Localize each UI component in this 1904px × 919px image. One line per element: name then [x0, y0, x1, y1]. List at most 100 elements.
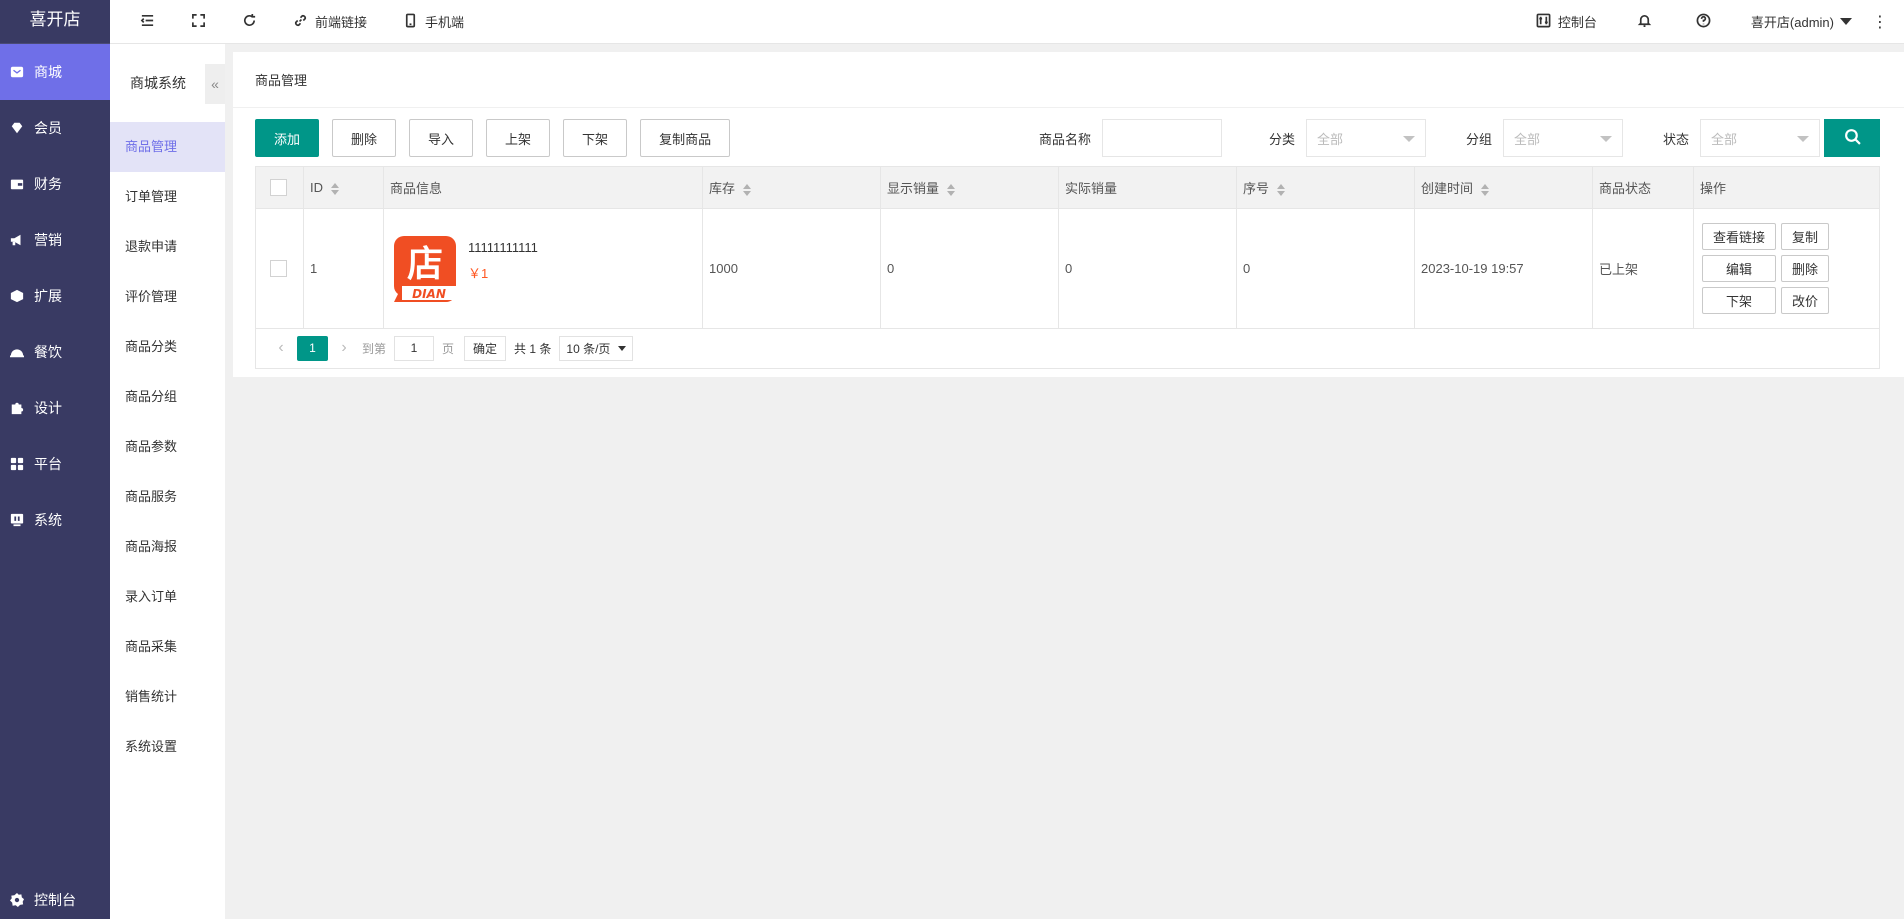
- sidebar-item-system[interactable]: 系统: [0, 492, 110, 548]
- more-button[interactable]: ⋮: [1858, 0, 1904, 44]
- sidebar-item-label: 财务: [34, 176, 62, 192]
- grid-icon: [10, 457, 24, 471]
- product-table: ID 商品信息 库存 显示销量 实际销量 序号 创建时间 商品状态 操作 1 店…: [255, 166, 1880, 329]
- dish-icon: [10, 345, 24, 359]
- subnav-item-groups[interactable]: 商品分组: [110, 372, 225, 422]
- next-page-icon[interactable]: ›: [334, 339, 354, 357]
- subnav-item-services[interactable]: 商品服务: [110, 472, 225, 522]
- sidebar-item-member[interactable]: 会员: [0, 100, 110, 156]
- refresh-button[interactable]: [224, 0, 275, 44]
- col-display-sales[interactable]: 显示销量: [880, 166, 1059, 209]
- copy-product-button[interactable]: 复制商品: [640, 119, 731, 157]
- subnav-item-reviews[interactable]: 评价管理: [110, 272, 225, 322]
- sort-icon[interactable]: [947, 183, 956, 196]
- sidebar-item-marketing[interactable]: 营销: [0, 212, 110, 268]
- subnav-item-order-management[interactable]: 订单管理: [110, 172, 225, 222]
- on-shelf-button[interactable]: 上架: [486, 119, 551, 157]
- select-all-cell: [255, 166, 304, 209]
- col-stock[interactable]: 库存: [702, 166, 881, 209]
- search-button[interactable]: [1824, 119, 1880, 157]
- cell-actions: 查看链接 复制 编辑 删除 下架 改价: [1693, 208, 1880, 329]
- goto-confirm-button[interactable]: 确定: [464, 335, 507, 361]
- subnav-item-settings[interactable]: 系统设置: [110, 722, 225, 772]
- cell-actual-sales: 0: [1058, 208, 1237, 329]
- import-button[interactable]: 导入: [409, 119, 474, 157]
- sidebar-item-design[interactable]: 设计: [0, 380, 110, 436]
- top-header: 前端链接 手机端 控制台 喜开店(admin) ⋮: [110, 0, 1904, 44]
- cell-stock: 1000: [702, 208, 881, 329]
- copy-button[interactable]: 复制: [1781, 223, 1830, 250]
- page-size-select[interactable]: 10 条/页: [559, 335, 634, 361]
- product-thumbnail-char: 店: [407, 244, 443, 285]
- table-row: 1 店 DIAN 11111111111 ￥1 1000 0 0 0 2023-…: [255, 208, 1880, 329]
- sidebar-item-extension[interactable]: 扩展: [0, 268, 110, 324]
- sidebar-item-platform[interactable]: 平台: [0, 436, 110, 492]
- shop-icon: [10, 65, 24, 79]
- page-current[interactable]: 1: [297, 335, 328, 361]
- subnav-item-enter-order[interactable]: 录入订单: [110, 572, 225, 622]
- col-created[interactable]: 创建时间: [1414, 166, 1593, 209]
- subnav-item-sales-stats[interactable]: 销售统计: [110, 672, 225, 722]
- goto-page-input[interactable]: 1: [394, 335, 435, 361]
- sort-icon[interactable]: [1481, 183, 1490, 196]
- gear-icon: [10, 893, 24, 907]
- mobile-label: 手机端: [425, 15, 465, 30]
- console-button[interactable]: 控制台: [1518, 0, 1615, 44]
- chevron-down-icon: [1797, 136, 1809, 142]
- cube-icon: [10, 289, 24, 303]
- prev-page-icon[interactable]: ‹: [271, 339, 291, 357]
- change-price-button[interactable]: 改价: [1781, 287, 1830, 314]
- sidebar-item-label: 系统: [34, 512, 62, 528]
- notification-button[interactable]: [1615, 0, 1674, 44]
- group-select[interactable]: 全部: [1502, 119, 1623, 157]
- sidebar-item-shop[interactable]: 商城: [0, 44, 110, 100]
- select-all-checkbox[interactable]: [270, 179, 287, 197]
- bell-icon: [1637, 13, 1652, 31]
- sort-icon[interactable]: [331, 182, 339, 195]
- edit-button[interactable]: 编辑: [1702, 255, 1777, 282]
- fullscreen-button[interactable]: [173, 0, 224, 44]
- group-select-value: 全部: [1513, 131, 1540, 147]
- subnav-item-refund[interactable]: 退款申请: [110, 222, 225, 272]
- category-select[interactable]: 全部: [1305, 119, 1426, 157]
- sidebar-item-catering[interactable]: 餐饮: [0, 324, 110, 380]
- delete-row-button[interactable]: 删除: [1781, 255, 1830, 282]
- more-vertical-icon: ⋮: [1872, 13, 1888, 31]
- subnav-item-product-management[interactable]: 商品管理: [110, 122, 225, 172]
- subnav-item-collect[interactable]: 商品采集: [110, 622, 225, 672]
- menu-toggle-button[interactable]: [110, 0, 173, 44]
- sub-navigation: 商城系统 « 商品管理 订单管理 退款申请 评价管理 商品分类 商品分组 商品参…: [110, 44, 225, 919]
- view-link-button[interactable]: 查看链接: [1702, 223, 1777, 250]
- add-button[interactable]: 添加: [255, 119, 319, 157]
- row-checkbox[interactable]: [270, 260, 287, 278]
- sort-icon[interactable]: [1277, 183, 1286, 196]
- status-select[interactable]: 全部: [1700, 119, 1820, 157]
- monitor-icon: [10, 513, 24, 527]
- subnav-item-categories[interactable]: 商品分类: [110, 322, 225, 372]
- user-menu[interactable]: 喜开店(admin): [1733, 0, 1858, 44]
- chevron-down-icon: [1402, 136, 1415, 142]
- subnav-item-posters[interactable]: 商品海报: [110, 522, 225, 572]
- sidebar-item-finance[interactable]: 财务: [0, 156, 110, 212]
- collapse-button[interactable]: «: [205, 64, 225, 104]
- delete-button[interactable]: 删除: [332, 119, 397, 157]
- help-button[interactable]: [1674, 0, 1733, 44]
- subnav-item-params[interactable]: 商品参数: [110, 422, 225, 472]
- off-shelf-button[interactable]: 下架: [563, 119, 628, 157]
- col-sort[interactable]: 序号: [1236, 166, 1415, 209]
- sidebar-item-label: 商城: [34, 64, 62, 80]
- product-thumbnail[interactable]: 店 DIAN: [392, 234, 458, 304]
- double-chevron-left-icon: «: [211, 76, 219, 92]
- col-id[interactable]: ID: [303, 166, 384, 209]
- row-actions: 查看链接 复制 编辑 删除 下架 改价: [1700, 223, 1879, 314]
- product-name-input[interactable]: [1101, 119, 1222, 157]
- subnav-title: 商城系统: [130, 75, 186, 91]
- sidebar-item-label: 餐饮: [34, 344, 62, 360]
- refresh-icon: [242, 13, 257, 31]
- off-shelf-row-button[interactable]: 下架: [1702, 287, 1777, 314]
- cell-id: 1: [303, 208, 384, 329]
- mobile-button[interactable]: 手机端: [385, 0, 482, 44]
- sidebar-console[interactable]: 控制台: [0, 881, 110, 919]
- sort-icon[interactable]: [743, 183, 752, 196]
- front-link-button[interactable]: 前端链接: [275, 0, 385, 44]
